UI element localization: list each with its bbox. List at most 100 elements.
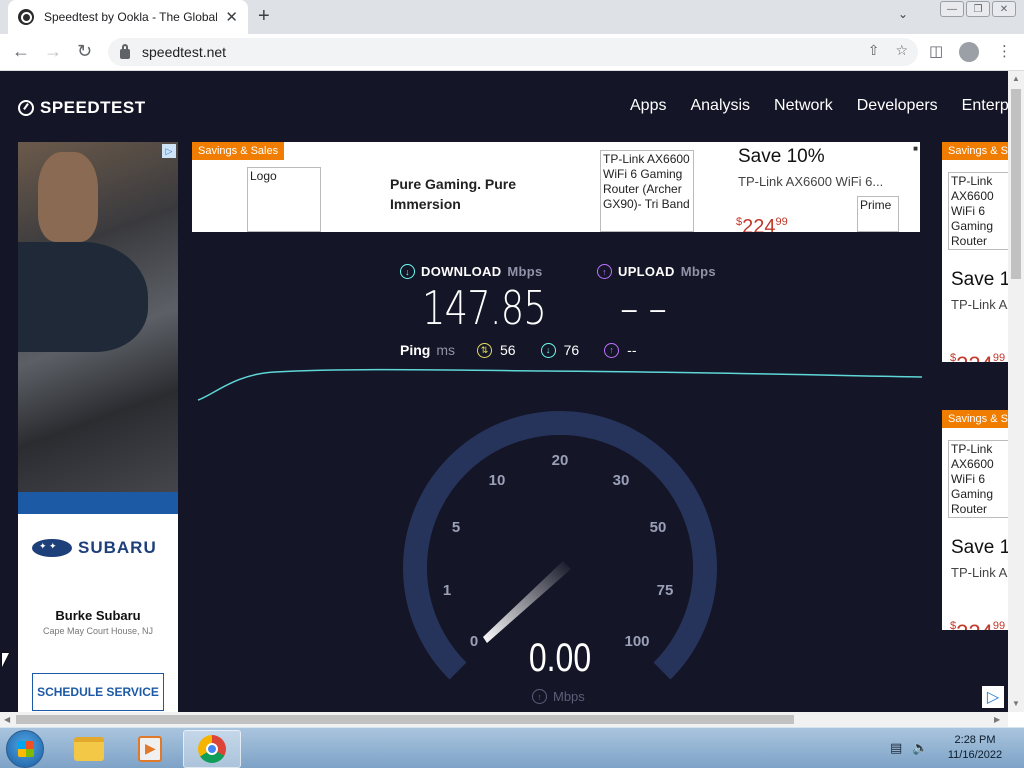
ad-save-text: Save 10% (951, 537, 1008, 558)
mechanic-photo: ▷ (18, 142, 178, 492)
close-window-button[interactable]: ✕ (992, 1, 1016, 17)
ad-blue-bar (18, 492, 178, 514)
gauge-value: 0.00 (528, 636, 592, 680)
router-image[interactable]: TP-Link AX6600 WiFi 6 Gaming Router (Arc… (948, 172, 1008, 250)
subaru-ad[interactable]: ▷ SUBARU Burke Subaru Cape May Court Hou… (18, 142, 178, 712)
nav-developers[interactable]: Developers (857, 97, 938, 115)
upload-unit: Mbps (680, 264, 716, 279)
scroll-up-arrow-icon[interactable]: ▲ (1012, 74, 1020, 83)
scroll-right-arrow-icon[interactable]: ▶ (994, 715, 1000, 724)
nav-enterprise[interactable]: Enterprise (962, 97, 1008, 115)
download-arrow-icon: ↓ (400, 264, 415, 279)
ad-headline[interactable]: Pure Gaming. Pure Immersion (390, 174, 560, 214)
system-tray: ▤ 🔈 (890, 740, 928, 756)
nav-apps[interactable]: Apps (630, 97, 666, 115)
profile-avatar-icon[interactable] (959, 42, 979, 62)
ad-product-title[interactable]: TP-Link AX6600 (951, 297, 1008, 312)
price-whole: 224 (742, 216, 776, 232)
back-arrow-icon[interactable]: ← (12, 41, 30, 62)
top-banner-ad[interactable]: Savings & Sales ■ Logo Pure Gaming. Pure… (192, 142, 920, 232)
gauge-tick-50: 50 (650, 519, 667, 536)
menu-kebab-icon[interactable]: ⋮ (997, 42, 1012, 60)
clock-date: 11/16/2022 (947, 749, 1003, 761)
ad-price: $22499 (950, 620, 1005, 630)
clock-time: 2:28 PM (954, 734, 996, 746)
reload-icon[interactable]: ↻ (77, 41, 92, 62)
download-value: 147.85 (422, 281, 547, 335)
price-whole: 224 (956, 620, 993, 630)
gauge-unit-label: Mbps (553, 689, 585, 704)
ad-save-text: Save 10% (951, 269, 1008, 290)
speedtest-logo[interactable]: SPEEDTEST (18, 98, 146, 118)
download-ping-icon: ↓ (540, 342, 556, 358)
taskbar-explorer[interactable] (60, 730, 118, 768)
tab-close-icon[interactable]: ✕ (225, 8, 238, 26)
scroll-down-arrow-icon[interactable]: ▼ (1012, 699, 1020, 708)
ad-price: $22499 (736, 216, 788, 232)
upload-arrow-icon: ↑ (532, 689, 547, 704)
adchoices-icon[interactable]: ■ (913, 144, 918, 153)
horizontal-scrollbar[interactable]: ◀ ▶ (0, 712, 1008, 727)
dealer-name: Burke Subaru (55, 608, 141, 623)
browser-tab[interactable]: Speedtest by Ookla - The Global Broadban… (8, 0, 248, 34)
vertical-scrollbar[interactable]: ▲ ▼ (1008, 71, 1024, 712)
savings-tag: Savings & Sales (192, 142, 285, 160)
ping-row: Ping ms ⇅ 56 ↓ 76 ↑ -- (400, 342, 662, 358)
gauge-tick-30: 30 (613, 472, 630, 489)
scroll-left-arrow-icon[interactable]: ◀ (4, 715, 10, 724)
mouse-cursor-icon (2, 653, 9, 667)
speed-graph (197, 368, 923, 401)
gauge-tick-20: 20 (552, 452, 569, 469)
subaru-stars-icon (32, 539, 72, 557)
router-image[interactable]: TP-Link AX6600 WiFi 6 Gaming Router (Arc… (600, 150, 694, 232)
ad-product-title[interactable]: TP-Link AX6600 (951, 565, 1008, 580)
schedule-service-button[interactable]: SCHEDULE SERVICE (32, 673, 164, 711)
gauge-unit: ↑ Mbps (532, 689, 585, 704)
minimize-button[interactable]: — (940, 1, 964, 17)
side-panel-icon[interactable]: ◫ (929, 42, 943, 60)
download-ping-value: 76 (563, 342, 580, 358)
clock[interactable]: 2:28 PM 11/16/2022 (940, 733, 1010, 763)
tab-title: Speedtest by Ookla - The Global Broadban… (44, 10, 218, 24)
top-navigation: Apps Analysis Network Developers Enterpr… (630, 97, 1008, 115)
horizontal-scroll-thumb[interactable] (16, 715, 794, 724)
taskbar-media-player[interactable] (121, 730, 179, 768)
gauge-needle (483, 561, 571, 643)
download-graph-line (197, 368, 923, 401)
dealer-location: Cape May Court House, NJ (42, 626, 154, 636)
new-tab-button[interactable]: + (258, 5, 270, 28)
forward-arrow-icon[interactable]: → (44, 41, 62, 62)
share-icon[interactable]: ⇧ (868, 42, 880, 59)
url-text[interactable]: speedtest.net (142, 44, 226, 60)
right-ad-2[interactable]: Savings & Sales TP-Link AX6600 WiFi 6 Ga… (942, 410, 1008, 630)
speedtest-page: SPEEDTEST Apps Analysis Network Develope… (0, 71, 1008, 712)
upload-ping-value: -- (627, 342, 637, 358)
adchoices-icon[interactable]: ▷ (162, 144, 176, 158)
router-image[interactable]: TP-Link AX6600 WiFi 6 Gaming Router (Arc… (948, 440, 1008, 518)
taskbar-chrome[interactable] (183, 730, 241, 768)
lock-icon[interactable] (120, 44, 130, 59)
vertical-scroll-thumb[interactable] (1011, 89, 1021, 279)
right-ad-1[interactable]: Savings & Sales TP-Link AX6600 WiFi 6 Ga… (942, 142, 1008, 362)
subaru-brand: SUBARU (78, 538, 157, 557)
tab-search-chevron-icon[interactable]: ⌄ (898, 7, 908, 21)
upload-label: UPLOAD (618, 264, 675, 279)
nav-analysis[interactable]: Analysis (690, 97, 750, 115)
windows-taskbar: ▤ 🔈 2:28 PM 11/16/2022 (0, 727, 1024, 768)
volume-icon[interactable]: 🔈 (912, 740, 928, 756)
address-bar[interactable]: speedtest.net ⇧ ☆ (108, 38, 918, 66)
adchoices-corner-icon[interactable]: ▷ (982, 686, 1004, 708)
price-whole: 224 (956, 352, 993, 362)
ad-product-title[interactable]: TP-Link AX6600 WiFi 6... (738, 174, 883, 189)
nav-network[interactable]: Network (774, 97, 833, 115)
start-button[interactable] (6, 730, 44, 768)
network-icon[interactable]: ▤ (890, 740, 902, 756)
gauge-tick-1: 1 (443, 582, 451, 599)
prime-image: Prime (857, 196, 899, 232)
restore-button[interactable]: ❐ (966, 1, 990, 17)
bookmark-star-icon[interactable]: ☆ (895, 42, 908, 59)
speedtest-favicon-icon (18, 9, 34, 25)
savings-tag: Savings & Sales (942, 142, 1008, 160)
ping-unit: ms (436, 342, 456, 358)
jitter-icon: ⇅ (477, 342, 493, 358)
